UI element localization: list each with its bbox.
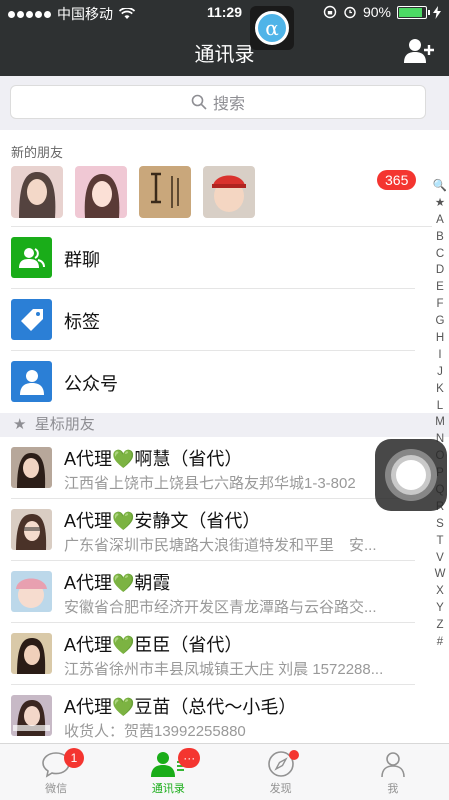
contact-row[interactable]: A代理💚啊慧（省代） 江西省上饶市上饶县七六路友邦华城1-3-802 (0, 437, 432, 499)
index-letter[interactable]: ★ (435, 195, 445, 212)
tab-bar: 1 微信 ··· 通讯录 发现 我 (0, 743, 449, 800)
index-letter[interactable]: F (436, 296, 443, 313)
index-letter[interactable]: W (435, 566, 446, 583)
index-letter[interactable]: B (436, 229, 444, 246)
contact-name: A代理💚臣臣（省代） (64, 635, 243, 655)
navigation-bar: 通讯录 (0, 26, 449, 76)
tab-label: 我 (387, 783, 399, 795)
tag-icon (11, 299, 52, 340)
tab-chats[interactable]: 1 微信 (0, 744, 112, 800)
avatar (11, 447, 52, 488)
avatar[interactable] (139, 166, 191, 218)
group-chat-icon (11, 237, 52, 278)
tab-me[interactable]: 我 (337, 744, 449, 800)
contact-name: A代理💚朝霞 (64, 573, 171, 593)
index-letter[interactable]: G (436, 313, 445, 330)
group-chat-row[interactable]: 群聊 (0, 227, 432, 289)
person-icon (381, 752, 405, 778)
tab-label: 通讯录 (151, 783, 185, 795)
row-label: 公众号 (64, 374, 118, 394)
tags-row[interactable]: 标签 (0, 289, 432, 351)
contact-row[interactable]: A代理💚豆苗（总代～小毛） 收货人：贺茜13992255880 (0, 685, 432, 743)
contact-address: 广东省深圳市民塘路大浪街道特发和平里 安... (64, 537, 377, 554)
contacts-badge: ··· (178, 748, 201, 768)
index-letter[interactable]: E (436, 279, 444, 296)
index-letter[interactable]: T (436, 533, 443, 550)
alarm-icon (344, 6, 356, 19)
contact-row[interactable]: A代理💚朝霞 安徽省合肥市经济开发区青龙潭路与云谷路交... (0, 561, 432, 623)
index-letter[interactable]: I (438, 347, 441, 364)
official-accounts-row[interactable]: 公众号 (0, 351, 432, 413)
contact-address: 安徽省合肥市经济开发区青龙潭路与云谷路交... (64, 599, 377, 616)
contact-address: 江苏省徐州市丰县凤城镇王大庄 刘晨 1572288... (64, 661, 384, 678)
add-contact-icon[interactable] (403, 36, 435, 66)
search-icon (191, 94, 207, 110)
tab-label: 发现 (269, 783, 292, 795)
search-input[interactable]: 搜索 (10, 85, 426, 119)
index-letter[interactable]: X (436, 583, 444, 600)
starred-label: 星标朋友 (34, 416, 95, 433)
charging-icon (433, 5, 441, 19)
rotation-lock-icon (323, 5, 337, 19)
status-bar: 中国移动 11:29 90% (0, 0, 449, 26)
index-letter[interactable]: J (437, 364, 443, 381)
tab-label: 微信 (45, 783, 68, 795)
alphabet-index[interactable]: 🔍★ABCDEFGHIJKLMNOPQRSTVWXYZ# (432, 178, 448, 651)
contact-address: 收货人：贺茜13992255880 (64, 723, 246, 740)
avatar[interactable] (75, 166, 127, 218)
avatar (11, 633, 52, 674)
assistive-touch-button[interactable] (375, 439, 447, 511)
index-letter[interactable]: C (436, 246, 444, 263)
starred-friends-header: ★ 星标朋友 (0, 413, 449, 437)
index-letter[interactable]: A (436, 212, 444, 229)
index-letter[interactable]: K (436, 381, 444, 398)
tab-contacts[interactable]: ··· 通讯录 (112, 744, 224, 800)
contacts-list[interactable]: 新的朋友 365 群聊 标签 公众号 ★ 星标朋友 A代理💚啊慧（省代） 江西省… (0, 130, 449, 743)
index-letter[interactable]: 🔍 (433, 178, 447, 195)
contact-name: A代理💚安静文（省代） (64, 511, 261, 531)
index-letter[interactable]: Z (436, 617, 443, 634)
new-friends-avatars[interactable] (11, 166, 255, 218)
contact-address: 江西省上饶市上饶县七六路友邦华城1-3-802 (64, 475, 356, 492)
avatar (11, 695, 52, 736)
floating-app-icon[interactable]: α (250, 6, 294, 50)
notification-dot (288, 750, 299, 760)
avatar[interactable] (203, 166, 255, 218)
contact-row[interactable]: A代理💚臣臣（省代） 江苏省徐州市丰县凤城镇王大庄 刘晨 1572288... (0, 623, 432, 685)
index-letter[interactable]: S (436, 516, 444, 533)
star-icon: ★ (13, 416, 27, 433)
page-title: 通讯录 (194, 44, 255, 66)
search-placeholder: 搜索 (212, 96, 245, 113)
tab-discover[interactable]: 发现 (225, 744, 337, 800)
index-letter[interactable]: M (435, 414, 445, 431)
new-friends-label: 新的朋友 (11, 145, 64, 160)
search-area: 搜索 (0, 76, 449, 130)
contact-row[interactable]: A代理💚安静文（省代） 广东省深圳市民塘路大浪街道特发和平里 安... (0, 499, 432, 561)
index-letter[interactable]: # (437, 634, 443, 651)
battery-percent: 90% (362, 4, 391, 20)
battery-icon (397, 5, 430, 19)
index-letter[interactable]: H (436, 330, 444, 347)
contact-name: A代理💚啊慧（省代） (64, 449, 243, 469)
official-account-icon (11, 361, 52, 402)
avatar (11, 571, 52, 612)
contact-name: A代理💚豆苗（总代～小毛） (64, 697, 297, 717)
avatar[interactable] (11, 166, 63, 218)
index-letter[interactable]: Y (436, 600, 444, 617)
index-letter[interactable]: D (436, 262, 444, 279)
index-letter[interactable]: L (437, 398, 443, 415)
unread-badge: 1 (64, 748, 84, 768)
row-label: 群聊 (64, 250, 100, 270)
avatar (11, 509, 52, 550)
new-friends-count-badge: 365 (377, 170, 417, 190)
index-letter[interactable]: V (436, 550, 444, 567)
row-label: 标签 (64, 312, 100, 332)
